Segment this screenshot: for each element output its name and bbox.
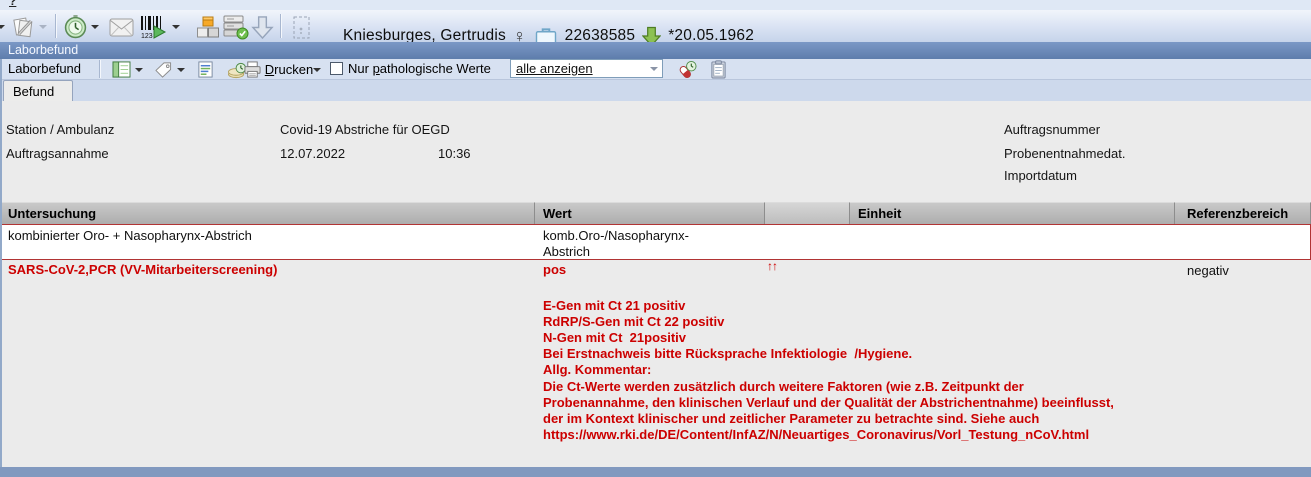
window-bottom-bar bbox=[0, 467, 1311, 477]
download-arrow-icon[interactable] bbox=[249, 14, 275, 40]
comment-line: Allg. Kommentar: bbox=[543, 362, 1203, 377]
row2-wert: pos bbox=[543, 262, 566, 277]
tag-icon[interactable] bbox=[152, 60, 174, 79]
report-content: Station / Ambulanz Covid-19 Abstriche fü… bbox=[0, 101, 1311, 467]
row2-untersuchung: SARS-CoV-2,PCR (VV-Mitarbeiterscreening) bbox=[8, 262, 277, 277]
chevron-down-icon[interactable] bbox=[171, 14, 181, 40]
clipboard-icon[interactable] bbox=[708, 60, 728, 79]
menu-strip: ? bbox=[0, 0, 1311, 10]
row1-wert-line2: Abstrich bbox=[543, 244, 590, 259]
printer-icon bbox=[243, 61, 262, 78]
print-button[interactable]: Drucken bbox=[242, 60, 314, 79]
pathological-flag: ↑↑ bbox=[767, 259, 777, 273]
chevron-down-icon[interactable] bbox=[176, 60, 186, 79]
barcode-run-icon[interactable]: 123 bbox=[138, 14, 168, 40]
timer-icon[interactable] bbox=[62, 14, 88, 40]
pathological-checkbox[interactable] bbox=[330, 62, 343, 75]
server-check-icon[interactable] bbox=[220, 14, 250, 40]
tab-befund[interactable]: Befund bbox=[3, 80, 73, 101]
lab-toolbar-label: Laborbefund bbox=[8, 61, 81, 76]
tab-strip: Befund bbox=[0, 80, 1311, 101]
row1-wert-line1: komb.Oro-/Nasopharynx- bbox=[543, 228, 689, 243]
comment-line: N-Gen mit Ct 21positiv bbox=[543, 330, 1203, 345]
lab-toolbar: Laborbefund Drucken Nur pathologische We… bbox=[0, 59, 1311, 80]
row2-referenzbereich: negativ bbox=[1187, 263, 1229, 278]
comment-line: Probenannahme, den klinischen Verlauf un… bbox=[543, 395, 1203, 410]
column-header-wert[interactable]: Wert bbox=[535, 202, 765, 224]
comment-link-url[interactable]: https://www.rki.de/DE/Content/InfAZ/N/Ne… bbox=[543, 427, 1203, 442]
comment-line: Die Ct-Werte werden zusätzlich durch wei… bbox=[543, 379, 1203, 394]
importdatum-label: Importdatum bbox=[1004, 168, 1077, 183]
panel-title: Laborbefund bbox=[8, 43, 78, 57]
edit-icon[interactable] bbox=[10, 14, 38, 40]
column-header-flag[interactable] bbox=[765, 202, 850, 224]
auftragsnummer-label: Auftragsnummer bbox=[1004, 122, 1100, 137]
column-header-einheit[interactable]: Einheit bbox=[850, 202, 1175, 224]
probenentnahme-label: Probenentnahmedat. bbox=[1004, 146, 1125, 161]
annahme-date: 12.07.2022 bbox=[280, 146, 345, 161]
window-left-frame bbox=[0, 59, 2, 467]
layout-icon[interactable] bbox=[110, 60, 132, 79]
comment-line: RdRP/S-Gen mit Ct 22 positiv bbox=[543, 314, 1203, 329]
table-row[interactable]: kombinierter Oro- + Nasopharynx-Abstrich… bbox=[0, 224, 1311, 260]
comment-line: Bei Erstnachweis bitte Rücksprache Infek… bbox=[543, 346, 1203, 361]
chevron-down-icon bbox=[650, 67, 658, 71]
annahme-label: Auftragsannahme bbox=[6, 146, 109, 161]
toolbar-separator bbox=[55, 14, 56, 38]
filter-select-value: alle anzeigen bbox=[516, 61, 593, 76]
toolbar-separator bbox=[280, 14, 281, 38]
chevron-down-icon[interactable] bbox=[90, 14, 100, 40]
filter-select[interactable]: alle anzeigen bbox=[510, 59, 663, 78]
svg-text:123: 123 bbox=[141, 33, 153, 40]
chevron-down-icon[interactable] bbox=[134, 60, 144, 79]
main-toolbar: 123 Kniesburges, Gertrudis ♀ 22638585 *2… bbox=[0, 10, 1311, 42]
results-table-header: Untersuchung Wert Einheit Referenzbereic… bbox=[0, 202, 1311, 224]
chevron-down-icon[interactable] bbox=[312, 60, 322, 79]
cubes-icon[interactable] bbox=[194, 14, 222, 40]
comment-line: E-Gen mit Ct 21 positiv bbox=[543, 298, 1203, 313]
station-label: Station / Ambulanz bbox=[6, 122, 114, 137]
print-button-label: Drucken bbox=[265, 62, 313, 77]
comment-line: der im Kontext klinischer und zeitlicher… bbox=[543, 411, 1203, 426]
row1-untersuchung: kombinierter Oro- + Nasopharynx-Abstrich bbox=[8, 228, 252, 243]
toolbar-separator bbox=[99, 60, 100, 78]
column-header-referenzbereich[interactable]: Referenzbereich bbox=[1175, 202, 1311, 224]
pathological-checkbox-label[interactable]: Nur pathologische Werte bbox=[348, 61, 491, 76]
annahme-time: 10:36 bbox=[438, 146, 471, 161]
document-icon[interactable] bbox=[195, 60, 215, 79]
station-value: Covid-19 Abstriche für OEGD bbox=[280, 122, 450, 137]
mail-icon[interactable] bbox=[108, 14, 134, 40]
pill-clock-icon[interactable] bbox=[676, 60, 698, 79]
chevron-down-icon[interactable] bbox=[0, 14, 6, 40]
menu-item-cutoff[interactable]: ? bbox=[9, 0, 16, 8]
column-header-untersuchung[interactable]: Untersuchung bbox=[0, 202, 535, 224]
selection-box-icon[interactable] bbox=[287, 14, 315, 40]
chevron-down-icon[interactable] bbox=[38, 14, 48, 40]
panel-title-bar: Laborbefund bbox=[0, 42, 1311, 59]
